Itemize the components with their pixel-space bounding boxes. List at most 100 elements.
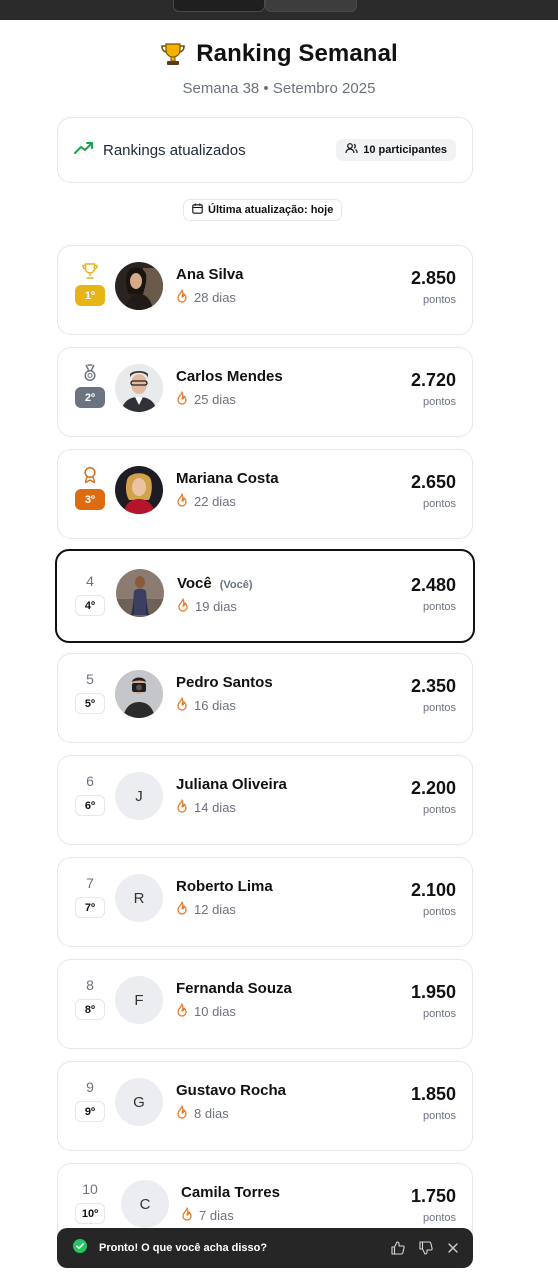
user-name: Roberto Lima xyxy=(176,878,273,895)
points-value: 2.650 xyxy=(410,472,456,492)
top-segment-left[interactable] xyxy=(173,0,265,12)
thumbs-down-icon[interactable] xyxy=(419,1241,433,1255)
streak-days: 8 dias xyxy=(194,1106,229,1121)
top-segment-right[interactable] xyxy=(265,0,357,12)
flame-icon xyxy=(176,1003,188,1020)
rank-number: 5 xyxy=(86,671,94,687)
rank-number: 8 xyxy=(86,977,94,993)
avatar-initial: C xyxy=(121,1180,169,1228)
ranking-row[interactable]: 8 8º F Fernanda Souza 10 dias 1.950 pont… xyxy=(57,959,473,1049)
points-label: pontos xyxy=(422,601,456,613)
trophy-icon xyxy=(81,262,99,280)
page-header: Ranking Semanal Semana 38 • Setembro 202… xyxy=(0,38,558,97)
participants-count: 10 participantes xyxy=(363,144,447,156)
streak-days: 12 dias xyxy=(194,902,236,917)
last-update-text: Última atualização: hoje xyxy=(208,204,334,216)
ranking-row-current-user[interactable]: 4 4º Você (Você) 19 dias 2.480 pontos xyxy=(55,549,475,643)
page-title: Ranking Semanal xyxy=(196,40,398,67)
rank-number: 10 xyxy=(82,1181,98,1197)
points-value: 2.720 xyxy=(410,370,456,390)
points-value: 1.850 xyxy=(410,1084,456,1104)
points-label: pontos xyxy=(422,1110,456,1122)
flame-icon xyxy=(176,289,188,306)
trophy-icon xyxy=(160,41,186,67)
points-value: 2.200 xyxy=(410,778,456,798)
flame-icon xyxy=(181,1207,193,1224)
flame-icon xyxy=(176,391,188,408)
ranking-row[interactable]: 6 6º J Juliana Oliveira 14 dias 2.200 po… xyxy=(57,755,473,845)
avatar xyxy=(115,364,163,412)
points-value: 1.950 xyxy=(410,982,456,1002)
ranking-row[interactable]: 9 9º G Gustavo Rocha 8 dias 1.850 pontos xyxy=(57,1061,473,1151)
points-value: 2.100 xyxy=(410,880,456,900)
avatar-initial: F xyxy=(115,976,163,1024)
streak-days: 14 dias xyxy=(194,800,236,815)
close-icon[interactable] xyxy=(447,1242,459,1254)
ranking-row[interactable]: 2º Carlos Mendes 25 dias 2.720 pontos xyxy=(57,347,473,437)
points-value: 2.480 xyxy=(410,575,456,595)
points-label: pontos xyxy=(422,294,456,306)
week-subtitle: Semana 38 • Setembro 2025 xyxy=(182,80,376,97)
points-value: 1.750 xyxy=(410,1186,456,1206)
user-name: Carlos Mendes xyxy=(176,368,283,385)
rank-badge: 2º xyxy=(75,387,105,408)
thumbs-up-icon[interactable] xyxy=(391,1241,405,1255)
ranking-row[interactable]: 3º Mariana Costa 22 dias 2.650 pontos xyxy=(57,449,473,539)
streak-days: 25 dias xyxy=(194,392,236,407)
user-name: Pedro Santos xyxy=(176,674,273,691)
status-card: Rankings atualizados 10 participantes xyxy=(57,117,473,183)
rank-badge: 6º xyxy=(75,795,105,816)
streak-days: 16 dias xyxy=(194,698,236,713)
flame-icon xyxy=(176,1105,188,1122)
rank-number: 6 xyxy=(86,773,94,789)
flame-icon xyxy=(176,901,188,918)
points-value: 2.850 xyxy=(410,268,456,288)
flame-icon xyxy=(176,799,188,816)
medal-icon xyxy=(81,364,99,382)
browser-top-bar xyxy=(0,0,558,20)
rank-badge: 8º xyxy=(75,999,105,1020)
ranking-row[interactable]: 5 5º Pedro Santos 16 dias 2.350 pontos xyxy=(57,653,473,743)
avatar xyxy=(116,569,164,617)
participants-badge: 10 participantes xyxy=(336,139,456,161)
streak-days: 7 dias xyxy=(199,1208,234,1223)
user-name: Juliana Oliveira xyxy=(176,776,287,793)
points-label: pontos xyxy=(422,1212,456,1224)
points-label: pontos xyxy=(422,396,456,408)
user-name: Fernanda Souza xyxy=(176,980,292,997)
rank-number: 4 xyxy=(86,573,94,589)
points-label: pontos xyxy=(422,1008,456,1020)
avatar xyxy=(115,670,163,718)
points-label: pontos xyxy=(422,804,456,816)
status-text: Rankings atualizados xyxy=(103,141,246,159)
ranking-row[interactable]: 1º Ana Silva 28 dias 2.850 pontos xyxy=(57,245,473,335)
calendar-icon xyxy=(192,203,203,217)
flame-icon xyxy=(177,598,189,615)
user-name: Gustavo Rocha xyxy=(176,1082,287,1099)
avatar-initial: G xyxy=(115,1078,163,1126)
rank-badge: 7º xyxy=(75,897,105,918)
rank-badge: 5º xyxy=(75,693,105,714)
rank-badge: 10º xyxy=(75,1203,105,1224)
trending-up-icon xyxy=(74,141,94,160)
users-icon xyxy=(345,143,358,157)
streak-days: 28 dias xyxy=(194,290,236,305)
rank-badge: 3º xyxy=(75,489,105,510)
streak-days: 22 dias xyxy=(194,494,236,509)
points-value: 2.350 xyxy=(410,676,456,696)
rank-badge: 9º xyxy=(75,1101,105,1122)
points-label: pontos xyxy=(422,906,456,918)
award-icon xyxy=(81,466,99,484)
user-name: Camila Torres xyxy=(181,1184,280,1201)
streak-days: 19 dias xyxy=(195,599,237,614)
avatar-initial: J xyxy=(115,772,163,820)
rank-number: 9 xyxy=(86,1079,94,1095)
points-label: pontos xyxy=(422,702,456,714)
ranking-row[interactable]: 7 7º R Roberto Lima 12 dias 2.100 pontos xyxy=(57,857,473,947)
rank-number: 7 xyxy=(86,875,94,891)
check-circle-icon xyxy=(73,1238,87,1258)
user-name: Mariana Costa xyxy=(176,470,279,487)
avatar xyxy=(115,466,163,514)
points-label: pontos xyxy=(422,498,456,510)
streak-days: 10 dias xyxy=(194,1004,236,1019)
